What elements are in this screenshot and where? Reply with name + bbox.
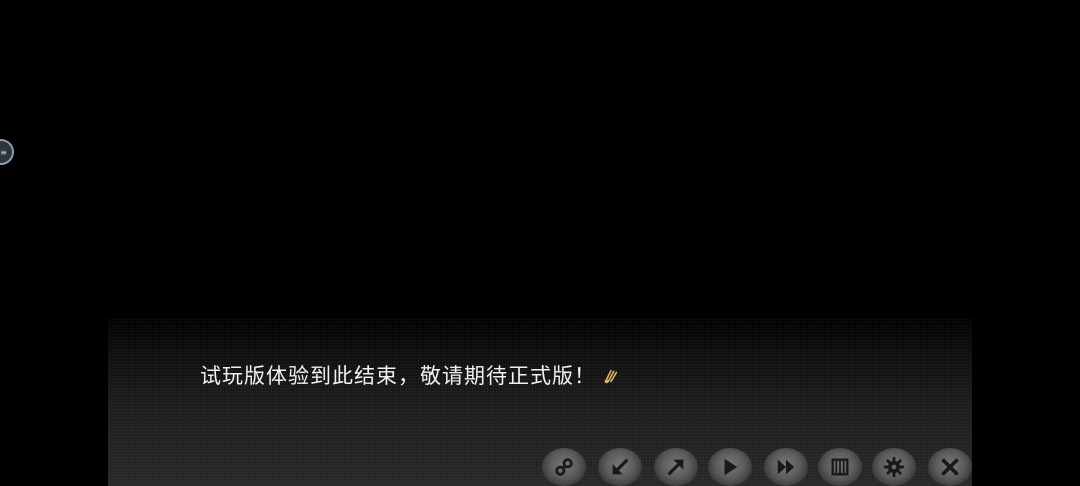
settings-button[interactable] [872,448,916,486]
play-icon [724,458,738,476]
fast-forward-icon [777,459,795,475]
menu-handle-icon: ≡ [0,147,7,157]
text-cursor-icon [604,369,618,384]
link-button[interactable] [542,448,586,486]
skip-button[interactable] [764,448,808,486]
arrow-down-left-icon [612,458,629,475]
back-button[interactable] [598,448,642,486]
arrow-up-right-icon [667,459,684,476]
auto-play-button[interactable] [708,448,752,486]
gear-icon [883,456,905,478]
dialogue-line: 试玩版体验到此结束，敬请期待正式版！ [200,360,620,390]
quick-menu-bar [540,448,972,486]
log-button[interactable] [818,448,862,486]
game-screen[interactable]: ≡ 试玩版体验到此结束，敬请期待正式版！ [0,0,1080,486]
log-icon [831,458,849,476]
floating-menu-handle[interactable]: ≡ [0,139,14,165]
link-icon [555,458,573,476]
close-icon [941,458,959,476]
close-button[interactable] [928,448,972,486]
forward-button[interactable] [654,448,698,486]
dialogue-text: 试玩版体验到此结束，敬请期待正式版！ [200,364,596,388]
